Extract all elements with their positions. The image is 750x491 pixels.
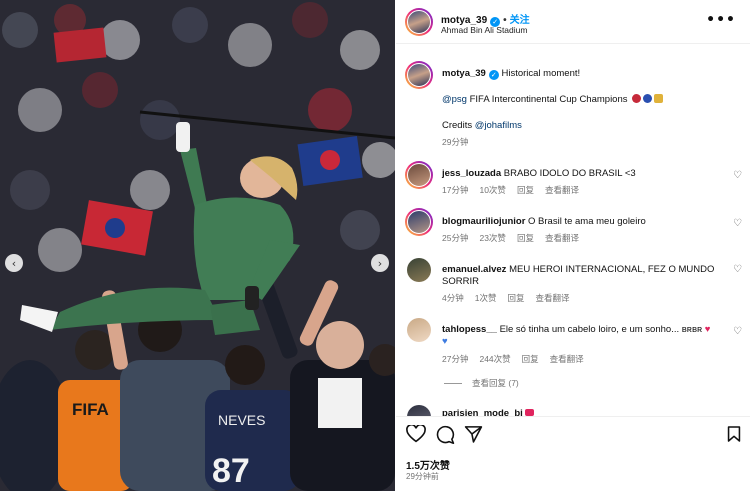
comment-time: 25分钟 (442, 233, 469, 243)
comment-avatar[interactable] (405, 208, 433, 236)
comment-username[interactable]: jess_louzada (442, 168, 501, 179)
comment-username[interactable]: emanuel.alvez (442, 264, 506, 275)
reply-button[interactable]: 回复 (517, 233, 534, 243)
next-image-button[interactable]: › (371, 254, 389, 272)
view-replies-label: 查看回复 (7) (472, 378, 519, 388)
reply-button[interactable]: 回复 (517, 185, 534, 195)
comment-likes[interactable]: 244次赞 (479, 354, 510, 364)
likes-count[interactable]: 1.5万次赞 (406, 457, 450, 472)
comment-likes[interactable]: 1次赞 (475, 293, 497, 303)
replies-divider (444, 383, 462, 385)
caption-line2: FIFA Intercontinental Cup Champions (469, 94, 628, 105)
chevron-right-icon: › (377, 256, 383, 270)
author-avatar[interactable] (405, 8, 433, 36)
comment-time: 17分钟 (442, 185, 469, 195)
reply-button[interactable]: 回复 (522, 354, 539, 364)
blue-heart-emoji-icon: ♥ (442, 336, 448, 347)
translate-button[interactable]: 查看翻译 (550, 354, 584, 364)
translate-button[interactable]: 查看翻译 (545, 233, 579, 243)
comment-time: 4分钟 (442, 293, 464, 303)
share-send-icon[interactable] (464, 425, 483, 443)
comment-like-icon[interactable]: ♡ (733, 218, 742, 229)
comment-username[interactable]: tahlopess__ (442, 324, 497, 335)
comment-avatar[interactable] (407, 318, 431, 342)
comment-like-icon[interactable]: ♡ (733, 326, 742, 337)
comment-text: BRABO IDOLO DO BRASIL <3 (503, 168, 636, 179)
reply-button[interactable]: 回复 (507, 293, 524, 303)
comment-bubble-icon[interactable] (436, 425, 455, 444)
comment-avatar[interactable] (407, 258, 431, 282)
view-replies-button[interactable]: 查看回复 (7) (444, 377, 519, 389)
post-caption: motya_39 ✓ Historical moment! @psg FIFA I… (442, 67, 732, 149)
comment-likes[interactable]: 10次赞 (479, 185, 505, 195)
caption-avatar[interactable] (405, 61, 433, 89)
comment-avatar[interactable] (405, 161, 433, 189)
previous-image-button[interactable]: ‹ (5, 254, 23, 272)
caption-line1: Historical moment! (501, 68, 581, 79)
trophy-icon (654, 94, 664, 103)
caption-time: 29分钟 (442, 137, 469, 147)
blue-circle-icon (643, 94, 653, 103)
more-options-icon[interactable]: ••• (706, 12, 736, 28)
post-image[interactable]: FIFA NEVES 87 ‹ › (0, 0, 395, 491)
post-actions-bar: 1.5万次赞 29分钟前 (396, 416, 750, 491)
verified-icon: ✓ (488, 70, 499, 80)
jersey-name: NEVES (218, 412, 265, 428)
chevron-left-icon: ‹ (11, 256, 17, 270)
heart-emoji-icon: ♥ (704, 324, 711, 335)
translate-button[interactable]: 查看翻译 (535, 293, 569, 303)
comment-text: O Brasil te ama meu goleiro (528, 216, 646, 227)
like-heart-icon[interactable] (406, 425, 426, 443)
bookmark-icon[interactable] (727, 425, 741, 443)
mention-johafilms[interactable]: @johafilms (475, 120, 522, 131)
location-link[interactable]: Ahmad Bin Ali Stadium (441, 25, 527, 35)
red-circle-icon (632, 94, 642, 103)
jersey-number: 87 (212, 452, 250, 490)
comment-text: Ele só tinha um cabelo loiro, e um sonho… (499, 324, 703, 335)
comment-time: 27分钟 (442, 354, 469, 364)
emoji-icon (525, 409, 535, 416)
vest-text: FIFA (72, 400, 109, 419)
post-time: 29分钟前 (406, 472, 439, 481)
comment-like-icon[interactable]: ♡ (733, 170, 742, 181)
caption-username[interactable]: motya_39 (442, 68, 486, 79)
comment-username[interactable]: blogmauriliojunior (442, 216, 525, 227)
post-side-panel: motya_39 ✓ • 关注 Ahmad Bin Ali Stadium ••• m… (396, 0, 750, 491)
mention-psg[interactable]: @psg (442, 94, 467, 105)
celebration-photo: FIFA NEVES 87 (0, 0, 395, 491)
comment-likes[interactable]: 23次赞 (479, 233, 505, 243)
comment-like-icon[interactable]: ♡ (733, 264, 742, 275)
translate-button[interactable]: 查看翻译 (545, 185, 579, 195)
credits-prefix: Credits (442, 120, 473, 131)
post-header: motya_39 ✓ • 关注 Ahmad Bin Ali Stadium ••• (396, 0, 750, 44)
